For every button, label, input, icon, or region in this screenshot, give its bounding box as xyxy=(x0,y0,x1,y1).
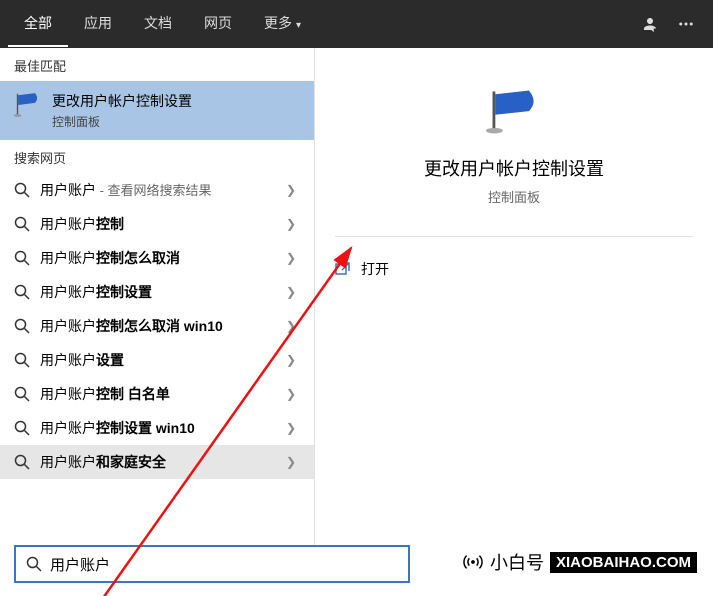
best-match-subtitle: 控制面板 xyxy=(52,113,300,130)
divider xyxy=(335,236,693,237)
control-panel-flag-icon xyxy=(14,91,42,119)
preview-subtitle: 控制面板 xyxy=(335,187,693,206)
result-text: 用户账户控制怎么取消 xyxy=(40,248,286,268)
result-text: 用户账户和家庭安全 xyxy=(40,452,286,472)
filter-tabs: 全部 应用 文档 网页 更多▾ xyxy=(8,1,317,47)
web-result-item[interactable]: 用户账户控制 白名单 ❯ xyxy=(0,377,314,411)
best-match-result[interactable]: 更改用户帐户控制设置 控制面板 xyxy=(0,81,314,140)
feedback-icon[interactable] xyxy=(641,15,659,33)
chevron-down-icon: ▾ xyxy=(296,20,301,31)
web-result-item[interactable]: 用户账户控制设置 win10 ❯ xyxy=(0,411,314,445)
search-input[interactable] xyxy=(50,556,398,573)
search-icon xyxy=(14,454,30,470)
search-bar[interactable] xyxy=(14,545,410,583)
chevron-right-icon[interactable]: ❯ xyxy=(286,217,300,231)
search-icon xyxy=(14,318,30,334)
web-result-item[interactable]: 用户账户控制怎么取消 ❯ xyxy=(0,241,314,275)
chevron-right-icon[interactable]: ❯ xyxy=(286,183,300,197)
watermark: 小白号 XIAOBAIHAO.COM xyxy=(462,549,697,575)
search-icon xyxy=(14,182,30,198)
section-best-match: 最佳匹配 xyxy=(0,48,314,81)
open-icon xyxy=(335,261,351,277)
chevron-right-icon[interactable]: ❯ xyxy=(286,285,300,299)
search-icon xyxy=(26,556,42,572)
search-icon xyxy=(14,420,30,436)
chevron-right-icon[interactable]: ❯ xyxy=(286,387,300,401)
best-match-title: 更改用户帐户控制设置 xyxy=(52,91,300,111)
section-search-web: 搜索网页 xyxy=(0,140,314,173)
result-text: 用户账户 - 查看网络搜索结果 xyxy=(40,180,286,200)
search-icon xyxy=(14,352,30,368)
search-icon xyxy=(14,216,30,232)
result-text: 用户账户控制设置 win10 xyxy=(40,418,286,438)
result-text: 用户账户设置 xyxy=(40,350,286,370)
broadcast-icon xyxy=(462,551,484,573)
tab-all[interactable]: 全部 xyxy=(8,1,68,47)
web-result-item[interactable]: 用户账户 - 查看网络搜索结果 ❯ xyxy=(0,173,314,207)
preview-title: 更改用户帐户控制设置 xyxy=(335,155,693,181)
result-text: 用户账户控制 白名单 xyxy=(40,384,286,404)
web-result-item[interactable]: 用户账户控制设置 ❯ xyxy=(0,275,314,309)
top-bar: 全部 应用 文档 网页 更多▾ xyxy=(0,0,713,48)
chevron-right-icon[interactable]: ❯ xyxy=(286,353,300,367)
web-result-item[interactable]: 用户账户控制怎么取消 win10 ❯ xyxy=(0,309,314,343)
chevron-right-icon[interactable]: ❯ xyxy=(286,455,300,469)
search-icon xyxy=(14,250,30,266)
preview-panel: 更改用户帐户控制设置 控制面板 打开 xyxy=(315,48,713,548)
open-label: 打开 xyxy=(361,259,389,279)
tab-more[interactable]: 更多▾ xyxy=(248,1,317,47)
web-result-item[interactable]: 用户账户控制 ❯ xyxy=(0,207,314,241)
result-text: 用户账户控制设置 xyxy=(40,282,286,302)
search-icon xyxy=(14,386,30,402)
tab-apps[interactable]: 应用 xyxy=(68,1,128,47)
search-icon xyxy=(14,284,30,300)
flag-icon xyxy=(486,88,542,136)
results-panel: 最佳匹配 更改用户帐户控制设置 控制面板 搜索网页 用户账户 - 查看网络搜索结… xyxy=(0,48,315,548)
chevron-right-icon[interactable]: ❯ xyxy=(286,251,300,265)
chevron-right-icon[interactable]: ❯ xyxy=(286,421,300,435)
web-result-item[interactable]: 用户账户和家庭安全 ❯ xyxy=(0,445,314,479)
web-result-item[interactable]: 用户账户设置 ❯ xyxy=(0,343,314,377)
tab-docs[interactable]: 文档 xyxy=(128,1,188,47)
tab-web[interactable]: 网页 xyxy=(188,1,248,47)
result-text: 用户账户控制 xyxy=(40,214,286,234)
result-text: 用户账户控制怎么取消 win10 xyxy=(40,316,286,336)
more-icon[interactable] xyxy=(677,15,695,33)
chevron-right-icon[interactable]: ❯ xyxy=(286,319,300,333)
open-action[interactable]: 打开 xyxy=(335,255,693,283)
